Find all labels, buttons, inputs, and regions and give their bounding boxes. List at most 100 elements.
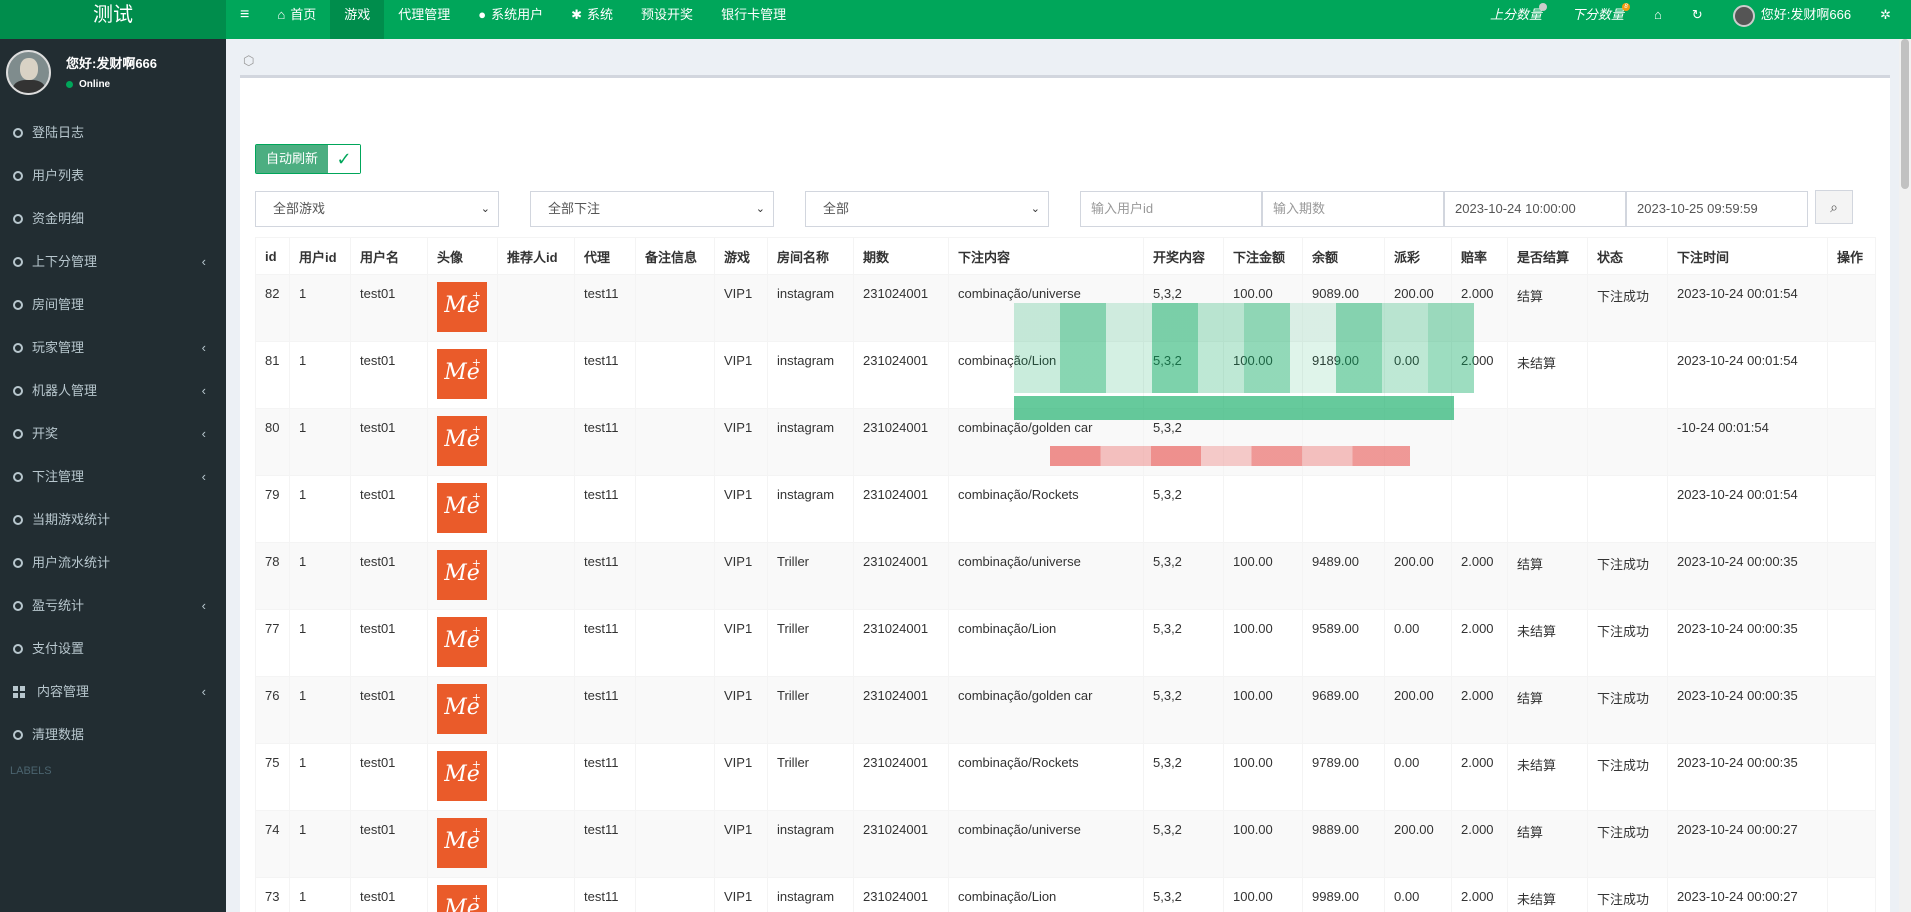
cell-room: instagram [767,408,854,476]
cell-id: 77 [255,609,290,677]
col-header-bet-time[interactable]: 下注时间 [1667,237,1828,275]
cell-actions[interactable] [1827,274,1876,342]
table-row[interactable]: 81 1 test01 Me + test11 VIP1 instagram 231024001… [255,341,1876,409]
nav-system-users[interactable]: ● 系统用户 [464,0,557,39]
col-header-bet-amount[interactable]: 下注金额 [1223,237,1303,275]
end-time-input[interactable]: 2023-10-25 09:59:59 [1626,191,1808,227]
cell-actions[interactable] [1827,475,1876,543]
table-row[interactable]: 80 1 test01 Me + test11 VIP1 instagram 231024001… [255,408,1876,476]
sidebar-item-room-management[interactable]: 房间管理 [0,283,226,326]
sidebar-item-login-log[interactable]: 登陆日志 [0,111,226,154]
cell-note [635,542,715,610]
table-row[interactable]: 75 1 test01 Me + test11 VIP1 Triller 231024001 co… [255,743,1876,811]
cell-bet-amount [1223,408,1303,476]
col-header-odds[interactable]: 赔率 [1451,237,1508,275]
refresh-icon[interactable]: ↻ [1677,0,1718,39]
cell-actions[interactable] [1827,810,1876,878]
cell-referrer-id [497,475,575,543]
col-header-note[interactable]: 备注信息 [635,237,715,275]
col-header-id[interactable]: id [255,237,290,275]
cell-actions[interactable] [1827,542,1876,610]
cell-bet-amount: 100.00 [1223,274,1303,342]
col-header-balance[interactable]: 余额 [1302,237,1385,275]
sidebar-item-player-management[interactable]: 玩家管理 ‹ [0,326,226,369]
col-header-period[interactable]: 期数 [853,237,949,275]
table-row[interactable]: 76 1 test01 Me + test11 VIP1 Triller 231024001 co… [255,676,1876,744]
cell-actions[interactable] [1827,408,1876,476]
sidebar-item-content-management[interactable]: 内容管理 ‹ [0,670,226,713]
cell-draw-result: 5,3,2 [1143,810,1224,878]
cell-avatar: Me + [427,542,498,610]
settings-gear-icon[interactable]: ✲ [1866,0,1911,39]
col-header-payout[interactable]: 派彩 [1384,237,1452,275]
cell-status: 下注成功 [1587,676,1668,744]
sidebar-item-fund-details[interactable]: 资金明细 [0,197,226,240]
bet-select[interactable]: 全部下注 ⌄ [530,191,774,227]
search-button[interactable]: ⌕ [1815,190,1853,224]
nav-bank-card-management[interactable]: 银行卡管理 [707,0,800,39]
cell-bet-amount: 100.00 [1223,810,1303,878]
nav-preset-draw[interactable]: 预设开奖 [627,0,707,39]
checkmark-icon[interactable]: ✓ [328,145,361,173]
period-input[interactable]: 输入期数 [1262,191,1444,227]
start-time-input[interactable]: 2023-10-24 10:00:00 [1444,191,1626,227]
scrollbar-thumb[interactable] [1901,39,1909,189]
nav-agent-management[interactable]: 代理管理 [384,0,464,39]
cell-user-id: 1 [289,475,351,543]
user-menu[interactable]: 您好:发财啊666 [1718,0,1866,39]
cell-actions[interactable] [1827,609,1876,677]
game-select[interactable]: 全部游戏 ⌄ [255,191,499,227]
cell-game: VIP1 [714,877,768,912]
nav-home[interactable]: ⌂ 首页 [263,0,330,39]
cell-actions[interactable] [1827,676,1876,744]
auto-refresh-toggle[interactable]: 自动刷新 ✓ [255,144,362,174]
nav-system[interactable]: ✱ 系统 [557,0,627,39]
sidebar-item-user-list[interactable]: 用户列表 [0,154,226,197]
cell-bet-amount: 100.00 [1223,877,1303,912]
cell-actions[interactable] [1827,743,1876,811]
down-score-count[interactable]: 下分数量 8 [1557,0,1639,39]
col-header-settled[interactable]: 是否结算 [1507,237,1588,275]
up-score-count[interactable]: 上分数量 [1475,0,1557,39]
nav-game[interactable]: 游戏 [330,0,385,39]
sidebar-item-profit-loss-stats[interactable]: 盈亏统计 ‹ [0,584,226,627]
table-row[interactable]: 73 1 test01 Me + test11 VIP1 instagram 231024001… [255,877,1876,912]
table-row[interactable]: 77 1 test01 Me + test11 VIP1 Triller 231024001 co… [255,609,1876,677]
col-header-agent[interactable]: 代理 [574,237,636,275]
user-id-input[interactable]: 输入用户id [1080,191,1262,227]
cell-avatar: Me + [427,341,498,409]
sidebar-item-bet-management[interactable]: 下注管理 ‹ [0,455,226,498]
col-header-room[interactable]: 房间名称 [767,237,854,275]
circle-icon [13,170,23,181]
dashboard-icon[interactable]: ⬡ [243,54,257,68]
table-row[interactable]: 78 1 test01 Me + test11 VIP1 Triller 231024001 co… [255,542,1876,610]
page-scrollbar[interactable] [1899,39,1911,912]
app-logo[interactable]: 测试 [0,0,226,39]
cell-draw-result: 5,3,2 [1143,609,1224,677]
col-header-username[interactable]: 用户名 [350,237,428,275]
sidebar-item-robot-management[interactable]: 机器人管理 ‹ [0,369,226,412]
col-header-referrer-id[interactable]: 推荐人id [497,237,575,275]
sidebar-item-payment-settings[interactable]: 支付设置 [0,627,226,670]
sidebar-item-score-management[interactable]: 上下分管理 ‹ [0,240,226,283]
cell-room: instagram [767,475,854,543]
all-select[interactable]: 全部 ⌄ [805,191,1049,227]
col-header-user-id[interactable]: 用户id [289,237,351,275]
sidebar-item-current-game-stats[interactable]: 当期游戏统计 [0,498,226,541]
table-row[interactable]: 74 1 test01 Me + test11 VIP1 instagram 231024001… [255,810,1876,878]
cell-payout [1384,408,1452,476]
table-row[interactable]: 82 1 test01 Me + test11 VIP1 instagram 231024001… [255,274,1876,342]
col-header-game[interactable]: 游戏 [714,237,768,275]
sidebar-item-clear-data[interactable]: 清理数据 [0,713,226,756]
col-header-bet-content[interactable]: 下注内容 [948,237,1144,275]
col-header-status[interactable]: 状态 [1587,237,1668,275]
sidebar-item-draw[interactable]: 开奖 ‹ [0,412,226,455]
home-icon[interactable]: ⌂ [1639,0,1677,39]
cell-actions[interactable] [1827,877,1876,912]
sidebar-item-user-flow-stats[interactable]: 用户流水统计 [0,541,226,584]
sidebar-toggle-menu-icon[interactable]: ≡ [226,0,263,39]
table-row[interactable]: 79 1 test01 Me + test11 VIP1 instagram 231024001… [255,475,1876,543]
col-header-draw-result[interactable]: 开奖内容 [1143,237,1224,275]
cell-actions[interactable] [1827,341,1876,409]
cell-status [1587,341,1668,409]
